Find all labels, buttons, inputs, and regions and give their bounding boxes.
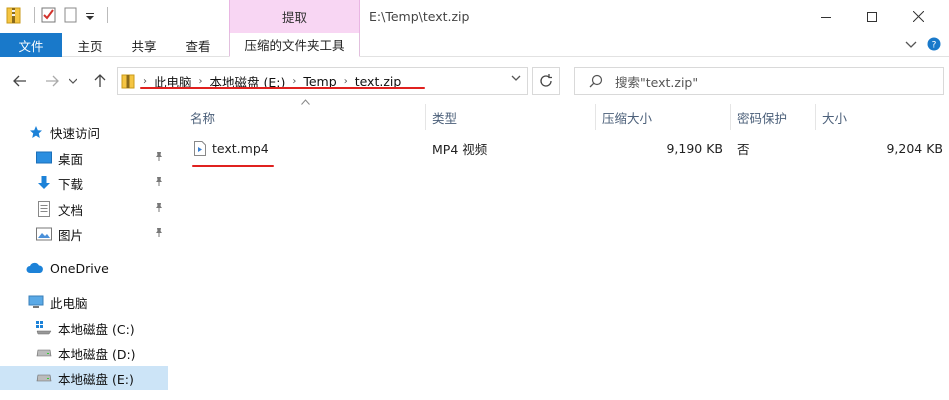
file-list: 名称 类型 压缩大小 密码保护 大小 text.mp4 MP4 视频 9,190… [170, 99, 949, 400]
sidebar-item-drive-d[interactable]: 本地磁盘 (D:) [0, 341, 168, 365]
file-type-cell: MP4 视频 [432, 141, 488, 157]
navigation-pane: 快速访问 桌面 下载 文档 图片 OneDrive 此电脑 本地磁盘 (C:) … [0, 100, 168, 400]
column-header-name[interactable]: 名称 [190, 105, 215, 129]
tab-compressed-folder-tools[interactable]: 压缩的文件夹工具 [229, 33, 360, 57]
drive-icon [36, 345, 52, 361]
sidebar-item-downloads[interactable]: 下载 [0, 171, 168, 195]
search-icon [589, 74, 603, 88]
file-name: text.mp4 [212, 140, 269, 156]
properties-icon[interactable] [41, 6, 57, 24]
column-divider[interactable] [425, 104, 426, 130]
expand-ribbon-icon[interactable] [905, 38, 917, 50]
column-divider[interactable] [595, 104, 596, 130]
sidebar-item-drive-c[interactable]: 本地磁盘 (C:) [0, 316, 168, 340]
size-cell: 9,204 KB [886, 140, 943, 156]
chevron-right-icon[interactable]: › [139, 76, 151, 87]
sidebar-item-label: 快速访问 [50, 125, 101, 141]
search-placeholder: 搜索"text.zip" [615, 74, 699, 90]
sidebar-item-label: 图片 [58, 227, 84, 243]
cloud-icon [26, 260, 44, 276]
sidebar-item-documents[interactable]: 文档 [0, 197, 168, 221]
new-folder-icon[interactable] [63, 6, 79, 24]
tab-home[interactable]: 主页 [72, 33, 108, 57]
download-icon [36, 175, 52, 191]
column-header-type[interactable]: 类型 [432, 105, 457, 129]
recent-locations-icon[interactable] [66, 71, 80, 91]
title-bar: 提取 E:\Temp\text.zip [0, 0, 949, 33]
column-header-size[interactable]: 大小 [822, 105, 847, 129]
sidebar-item-drive-e[interactable]: 本地磁盘 (E:) [0, 366, 168, 390]
password-cell: 否 [737, 141, 750, 157]
red-annotation-underline [140, 87, 425, 89]
ribbon-tabs: 文件 主页 共享 查看 压缩的文件夹工具 ? [0, 33, 949, 57]
address-history-dropdown-icon[interactable] [511, 74, 521, 82]
help-icon[interactable]: ? [927, 37, 941, 51]
sidebar-item-pictures[interactable]: 图片 [0, 222, 168, 246]
refresh-button[interactable] [532, 67, 560, 95]
sidebar-item-label: 文档 [58, 202, 84, 218]
sidebar-item-desktop[interactable]: 桌面 [0, 146, 168, 170]
sidebar-item-label: 本地磁盘 (D:) [58, 346, 136, 362]
star-icon [28, 124, 44, 140]
window-title: E:\Temp\text.zip [369, 9, 470, 24]
sidebar-item-label: 本地磁盘 (C:) [58, 321, 135, 337]
sidebar-item-label: 此电脑 [50, 295, 88, 311]
desktop-icon [36, 150, 52, 166]
tab-file[interactable]: 文件 [0, 33, 62, 57]
sidebar-item-quick-access[interactable]: 快速访问 [0, 120, 168, 144]
picture-icon [36, 226, 52, 242]
context-tab-extract[interactable]: 提取 [229, 0, 360, 33]
quick-access-toolbar [6, 6, 108, 24]
sidebar-item-onedrive[interactable]: OneDrive [0, 256, 168, 280]
svg-text:?: ? [932, 41, 937, 51]
search-input[interactable]: 搜索"text.zip" [574, 67, 944, 95]
sidebar-item-label: 下载 [58, 176, 84, 192]
forward-arrow-icon[interactable] [42, 71, 62, 91]
toolbar-divider [34, 7, 35, 23]
minimize-button[interactable] [803, 0, 849, 33]
back-arrow-icon[interactable] [10, 71, 30, 91]
zip-folder-icon [6, 6, 22, 24]
toolbar-divider [107, 7, 108, 23]
close-button[interactable] [895, 0, 941, 33]
column-header-password-protected[interactable]: 密码保护 [737, 105, 787, 129]
zip-folder-icon [121, 73, 135, 89]
column-divider[interactable] [815, 104, 816, 130]
maximize-button[interactable] [849, 0, 895, 33]
chevron-right-icon[interactable]: › [195, 76, 207, 87]
pin-icon[interactable] [154, 151, 164, 161]
sort-ascending-icon [301, 99, 310, 105]
pin-icon[interactable] [154, 202, 164, 212]
red-annotation-underline [192, 165, 274, 167]
column-divider[interactable] [730, 104, 731, 130]
navigation-bar: › 此电脑 › 本地磁盘 (E:) › Temp › text.zip 搜索"t… [0, 62, 949, 100]
column-header-compressed-size[interactable]: 压缩大小 [602, 105, 652, 129]
table-row[interactable]: text.mp4 MP4 视频 9,190 KB 否 9,204 KB [170, 136, 949, 160]
sidebar-item-label: OneDrive [50, 260, 109, 276]
pin-icon[interactable] [154, 176, 164, 186]
chevron-right-icon[interactable]: › [288, 76, 300, 87]
sidebar-item-this-pc[interactable]: 此电脑 [0, 290, 168, 314]
ribbon-controls: ? [905, 37, 941, 51]
document-icon [36, 201, 52, 217]
video-file-icon [194, 140, 206, 156]
address-bar[interactable]: › 此电脑 › 本地磁盘 (E:) › Temp › text.zip [117, 67, 528, 95]
system-drive-icon [36, 320, 52, 336]
compressed-size-cell: 9,190 KB [666, 140, 723, 156]
file-name-cell[interactable]: text.mp4 [194, 136, 269, 160]
drive-icon [36, 370, 52, 386]
sidebar-item-label: 本地磁盘 (E:) [58, 371, 134, 387]
tab-view[interactable]: 查看 [180, 33, 216, 57]
tab-share[interactable]: 共享 [126, 33, 162, 57]
sidebar-item-label: 桌面 [58, 151, 84, 167]
computer-icon [28, 294, 44, 310]
customize-toolbar-icon[interactable] [85, 6, 95, 24]
chevron-right-icon[interactable]: › [340, 76, 352, 87]
up-arrow-icon[interactable] [90, 71, 110, 91]
pin-icon[interactable] [154, 227, 164, 237]
